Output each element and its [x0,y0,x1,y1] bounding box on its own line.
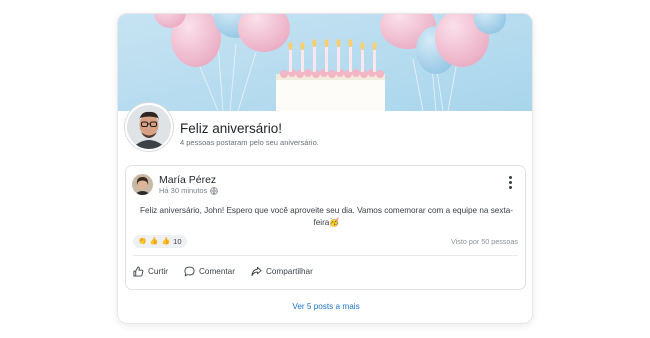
more-options-icon[interactable] [507,176,513,192]
seen-by-count: Visto por 50 pessoas [451,237,518,246]
post-timestamp: Há 30 minutos [159,186,219,195]
comment-icon [184,266,195,277]
birthday-banner-image [118,14,532,111]
page-title: Feliz aniversário! [180,121,283,136]
like-button[interactable]: Curtir [133,266,168,277]
like-label: Curtir [148,267,169,276]
share-button[interactable]: Compartilhar [251,266,313,277]
globe-icon [210,186,219,195]
divider [133,255,518,256]
post-time: Há 30 minutos [159,186,208,195]
thumbs-up-icon: 👍 [149,238,159,245]
reaction-count: 10 [173,237,182,246]
reactions-summary[interactable]: 👏 👍 👍 10 [133,235,187,248]
thumbs-up-icon [133,266,144,277]
birthday-person-avatar[interactable] [125,103,173,151]
comment-label: Comentar [199,267,235,276]
birthday-card: Feliz aniversário! 4 pessoas postaram pe… [117,13,533,324]
birthday-post: María Pérez Há 30 minutos Feliz aniversá… [125,165,526,290]
post-author-name[interactable]: María Pérez [159,174,216,186]
share-icon [251,266,262,277]
share-label: Compartilhar [265,267,313,276]
thumbs-up-icon: 👍 [161,238,171,245]
post-actions: Curtir Comentar Compartilhar [133,266,313,277]
see-more-posts-link[interactable]: Ver 5 posts a mais [118,302,532,311]
comment-button[interactable]: Comentar [184,266,235,277]
page-subtitle: 4 pessoas postaram pelo seu aniversário. [180,138,319,147]
post-message: Feliz aniversário, John! Espero que você… [139,206,514,227]
post-author-avatar[interactable] [132,174,153,195]
clapping-hands-icon: 👏 [138,238,147,245]
